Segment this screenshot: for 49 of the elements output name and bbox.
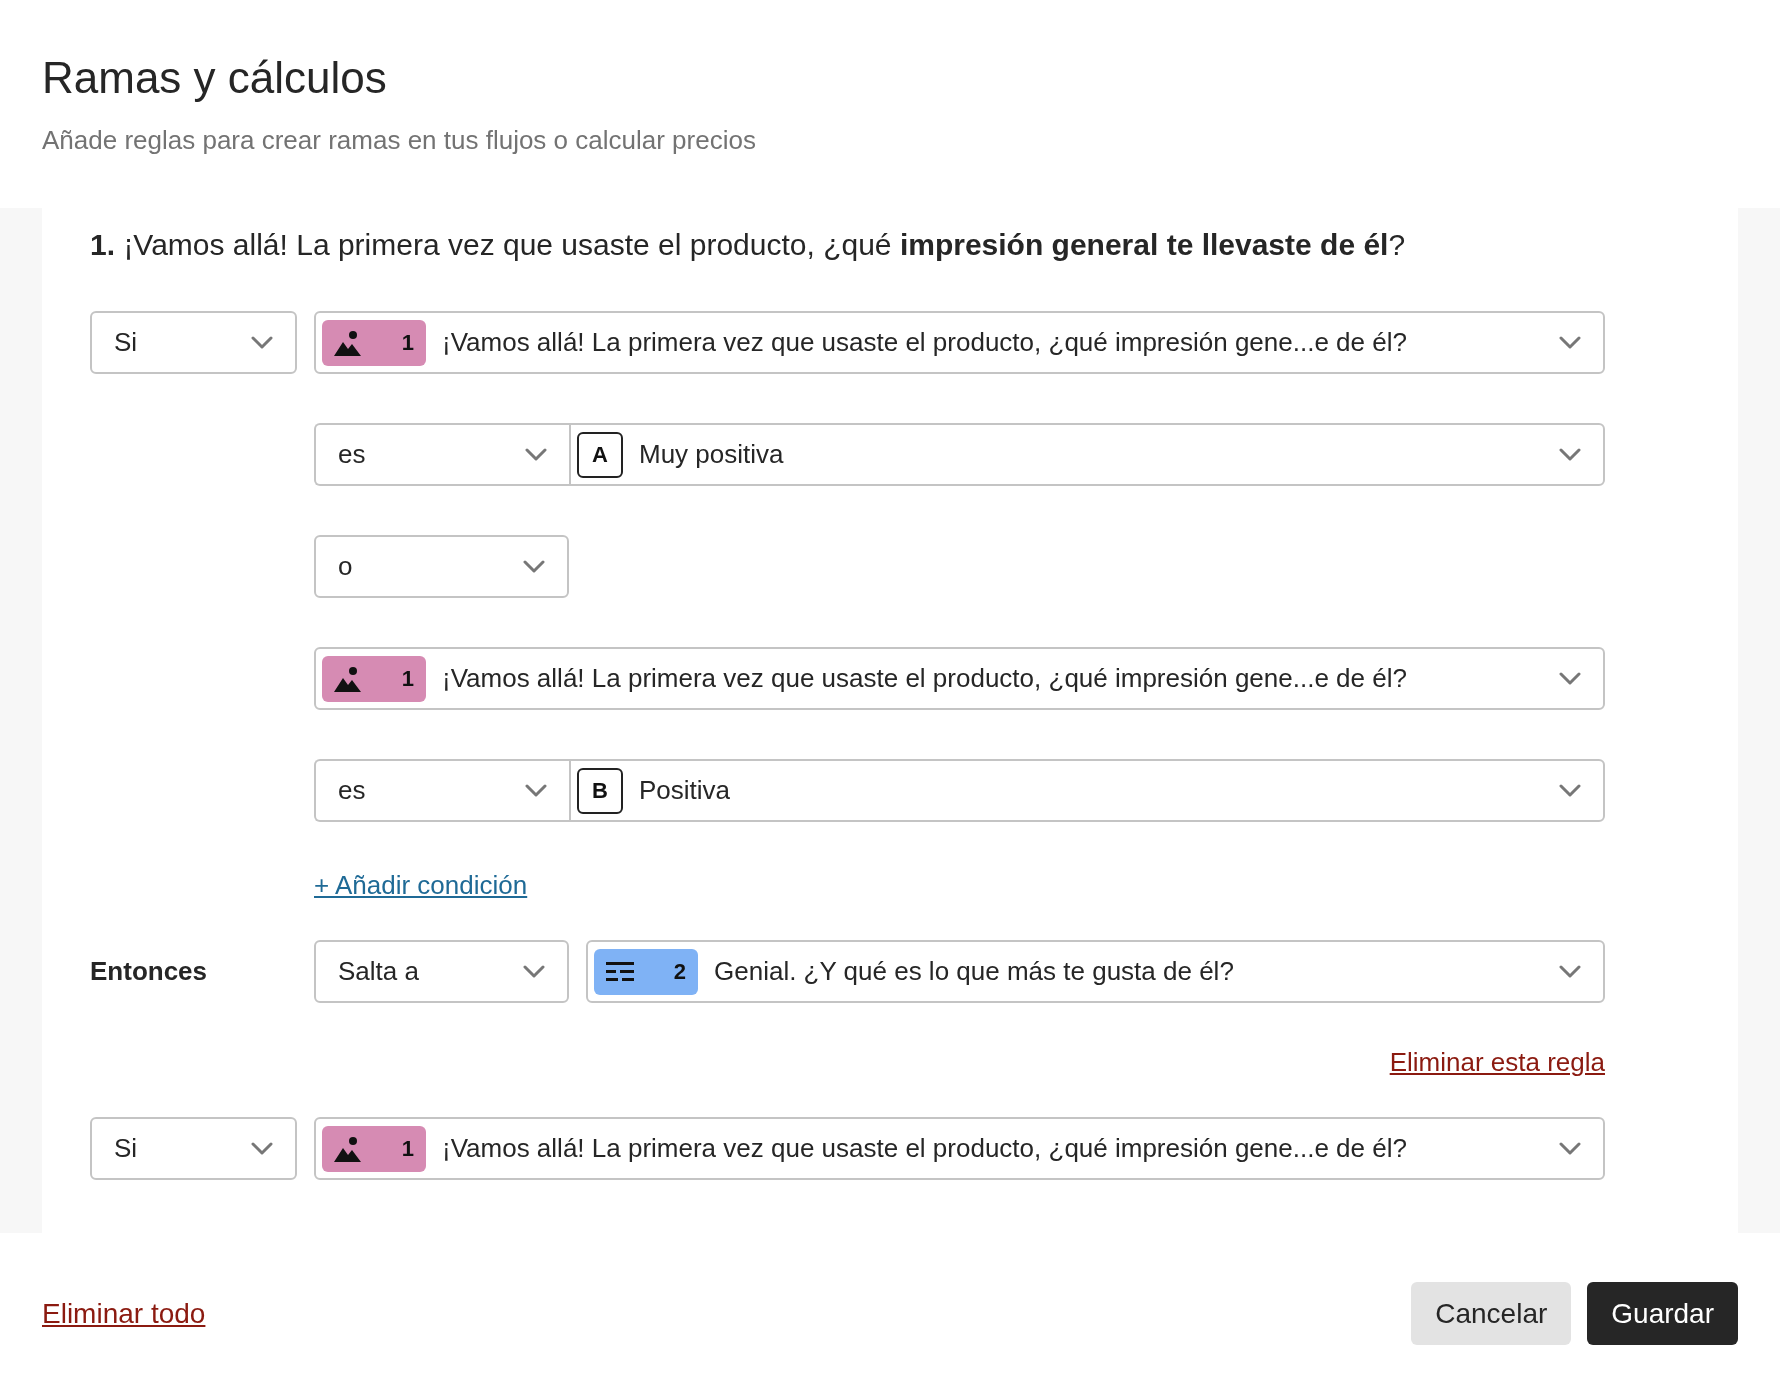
- question-text: ¡Vamos allá! La primera vez que usaste el producto, ¿qué impresión gene...e de él?: [442, 1132, 1408, 1165]
- question-number: 1: [401, 665, 414, 693]
- lines-icon: [606, 961, 634, 982]
- question-text: Genial. ¿Y qué es lo que más te gusta de él?: [714, 955, 1235, 988]
- operator-select[interactable]: es: [314, 759, 569, 822]
- answer-text: Muy positiva: [639, 438, 785, 471]
- answer-letter: B: [577, 767, 623, 814]
- cancel-button[interactable]: Cancelar: [1411, 1282, 1572, 1345]
- chevron-down-icon: [523, 964, 545, 979]
- chevron-down-icon: [1559, 447, 1581, 462]
- action-select[interactable]: Salta a: [314, 940, 569, 1003]
- chevron-down-icon: [525, 783, 547, 798]
- mountain-icon: [334, 665, 364, 692]
- question-number: 1: [401, 1135, 414, 1163]
- connector-select[interactable]: o: [314, 535, 569, 598]
- question-text: ¡Vamos allá! La primera vez que usaste el producto, ¿qué impresión gene...e de él?: [442, 662, 1408, 695]
- answer-text: Positiva: [639, 774, 732, 807]
- dialog-subtitle: Añade reglas para crear ramas en tus flujos o calcular precios: [42, 124, 757, 157]
- chevron-down-icon: [1559, 335, 1581, 350]
- chevron-down-icon: [251, 1141, 273, 1156]
- answer-letter: A: [577, 431, 623, 478]
- question-select[interactable]: 1 ¡Vamos allá! La primera vez que usaste el producto, ¿qué impresión gene...e de él?: [314, 1117, 1605, 1180]
- chevron-down-icon: [1559, 1141, 1581, 1156]
- save-button[interactable]: Guardar: [1587, 1282, 1738, 1345]
- chevron-down-icon: [251, 335, 273, 350]
- question-heading: 1. ¡Vamos allá! La primera vez que usaste el producto, ¿qué impresión general te llevaste de él?: [90, 227, 1407, 263]
- answer-select[interactable]: A Muy positiva: [569, 423, 1605, 486]
- operator-select[interactable]: es: [314, 423, 569, 486]
- delete-rule-link[interactable]: Eliminar esta regla: [1389, 1043, 1605, 1082]
- mountain-icon: [334, 1135, 364, 1162]
- add-condition-link[interactable]: + Añadir condición: [314, 866, 528, 905]
- if-select[interactable]: Si: [90, 311, 297, 374]
- question-number: 1: [401, 329, 414, 357]
- if-select[interactable]: Si: [90, 1117, 297, 1180]
- answer-select[interactable]: B Positiva: [569, 759, 1605, 822]
- mountain-icon: [334, 329, 364, 356]
- chevron-down-icon: [523, 559, 545, 574]
- question-number: 2: [673, 958, 686, 986]
- question-select[interactable]: 1 ¡Vamos allá! La primera vez que usaste el producto, ¿qué impresión gene...e de él?: [314, 311, 1605, 374]
- chevron-down-icon: [1559, 783, 1581, 798]
- dialog-title: Ramas y cálculos: [42, 52, 388, 104]
- question-text: ¡Vamos allá! La primera vez que usaste el producto, ¿qué impresión gene...e de él?: [442, 326, 1408, 359]
- question-select[interactable]: 1 ¡Vamos allá! La primera vez que usaste el producto, ¿qué impresión gene...e de él?: [314, 647, 1605, 710]
- delete-all-link[interactable]: Eliminar todo: [42, 1292, 206, 1335]
- then-label: Entonces: [90, 955, 209, 988]
- chevron-down-icon: [525, 447, 547, 462]
- chevron-down-icon: [1559, 671, 1581, 686]
- question-select[interactable]: 2 Genial. ¿Y qué es lo que más te gusta de él?: [586, 940, 1605, 1003]
- chevron-down-icon: [1559, 964, 1581, 979]
